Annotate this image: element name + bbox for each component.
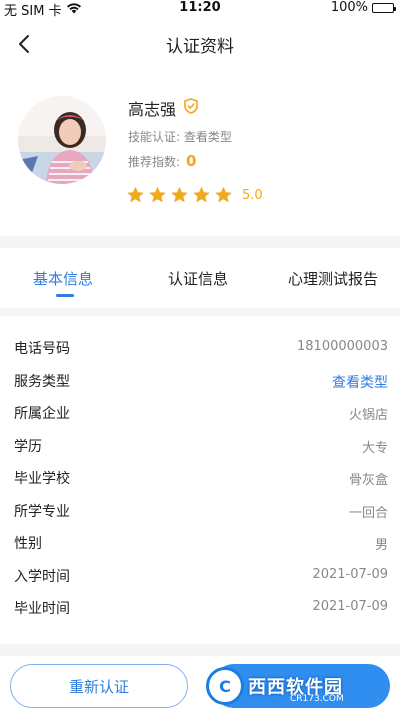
recommend-label: 推荐指数: xyxy=(128,154,181,169)
info-label: 服务类型 xyxy=(14,373,70,390)
info-label: 电话号码 xyxy=(14,341,70,357)
recertify-button[interactable]: 重新认证 xyxy=(10,664,188,708)
info-row-education: 学历 大专 xyxy=(0,430,400,463)
recommend-row: 推荐指数: 0 xyxy=(128,152,196,170)
bottom-divider xyxy=(0,644,400,656)
info-row-company: 所属企业 火锅店 xyxy=(0,397,400,430)
tab-psych-report[interactable]: 心理测试报告 xyxy=(288,268,378,289)
info-label: 所属企业 xyxy=(14,406,70,422)
nav-bar: 认证资料 xyxy=(0,22,400,66)
info-label: 性别 xyxy=(14,536,42,552)
info-value: 骨灰盒 xyxy=(348,473,388,488)
avatar[interactable] xyxy=(18,96,106,184)
recommend-value: 0 xyxy=(186,152,197,170)
skill-cert-link[interactable]: 查看类型 xyxy=(184,130,232,144)
star-icon xyxy=(171,186,188,203)
info-row-phone: 电话号码 18100000003 xyxy=(0,332,400,365)
info-row-service-type: 服务类型 查看类型 xyxy=(0,365,400,398)
profile-header: 高志强 技能认证: 查看类型 推荐指数: 0 5.0 xyxy=(0,80,400,230)
tab-certification-info[interactable]: 认证信息 xyxy=(168,268,228,289)
star-rating: 5.0 xyxy=(126,186,263,204)
service-type-link[interactable]: 查看类型 xyxy=(332,372,388,392)
info-value: 大专 xyxy=(361,440,388,456)
section-divider xyxy=(0,236,400,248)
info-value: 火锅店 xyxy=(348,408,388,423)
info-label: 学历 xyxy=(14,438,42,455)
watermark-subtext: CR173.COM xyxy=(290,694,344,704)
active-tab-indicator xyxy=(56,294,74,297)
info-value: 男 xyxy=(374,538,388,553)
info-row-major: 所学专业 一回合 xyxy=(0,495,400,528)
page-title: 认证资料 xyxy=(166,37,234,57)
star-icon xyxy=(149,186,166,203)
shield-verified-icon xyxy=(184,98,198,118)
status-right: 100% xyxy=(330,0,396,15)
info-value: 一回合 xyxy=(348,505,388,521)
info-label: 入学时间 xyxy=(14,568,70,585)
battery-percent: 100% xyxy=(330,0,368,15)
tab-divider xyxy=(0,308,400,316)
bottom-actions: 重新认证 xyxy=(0,656,400,717)
info-label: 毕业学校 xyxy=(14,471,70,487)
skill-cert-label: 技能认证: xyxy=(128,130,181,144)
avatar-photo xyxy=(18,96,106,184)
star-icon xyxy=(215,186,232,203)
battery-icon xyxy=(372,2,396,13)
profile-name-row: 高志强 xyxy=(128,96,198,120)
star-icon xyxy=(127,186,144,203)
tab-basic-info[interactable]: 基本信息 xyxy=(33,268,93,289)
info-value: 2021-07-09 xyxy=(312,599,388,614)
info-list: 电话号码 18100000003 服务类型 查看类型 所属企业 火锅店 学历 大… xyxy=(0,332,400,625)
rating-score: 5.0 xyxy=(242,187,263,203)
info-row-gender: 性别 男 xyxy=(0,527,400,560)
info-value: 2021-07-09 xyxy=(312,566,388,582)
skill-cert-row: 技能认证: 查看类型 xyxy=(128,128,232,145)
info-label: 毕业时间 xyxy=(14,601,70,617)
tab-bar: 基本信息 认证信息 心理测试报告 xyxy=(0,260,400,304)
info-label: 所学专业 xyxy=(14,503,70,520)
info-row-graduate-date: 毕业时间 2021-07-09 xyxy=(0,592,400,625)
info-value: 18100000003 xyxy=(297,339,388,354)
star-icon xyxy=(193,186,210,203)
info-row-school: 毕业学校 骨灰盒 xyxy=(0,462,400,495)
profile-name: 高志强 xyxy=(128,100,177,119)
status-bar: 无 SIM 卡 11:20 100% xyxy=(0,0,400,19)
info-row-enroll-date: 入学时间 2021-07-09 xyxy=(0,560,400,593)
